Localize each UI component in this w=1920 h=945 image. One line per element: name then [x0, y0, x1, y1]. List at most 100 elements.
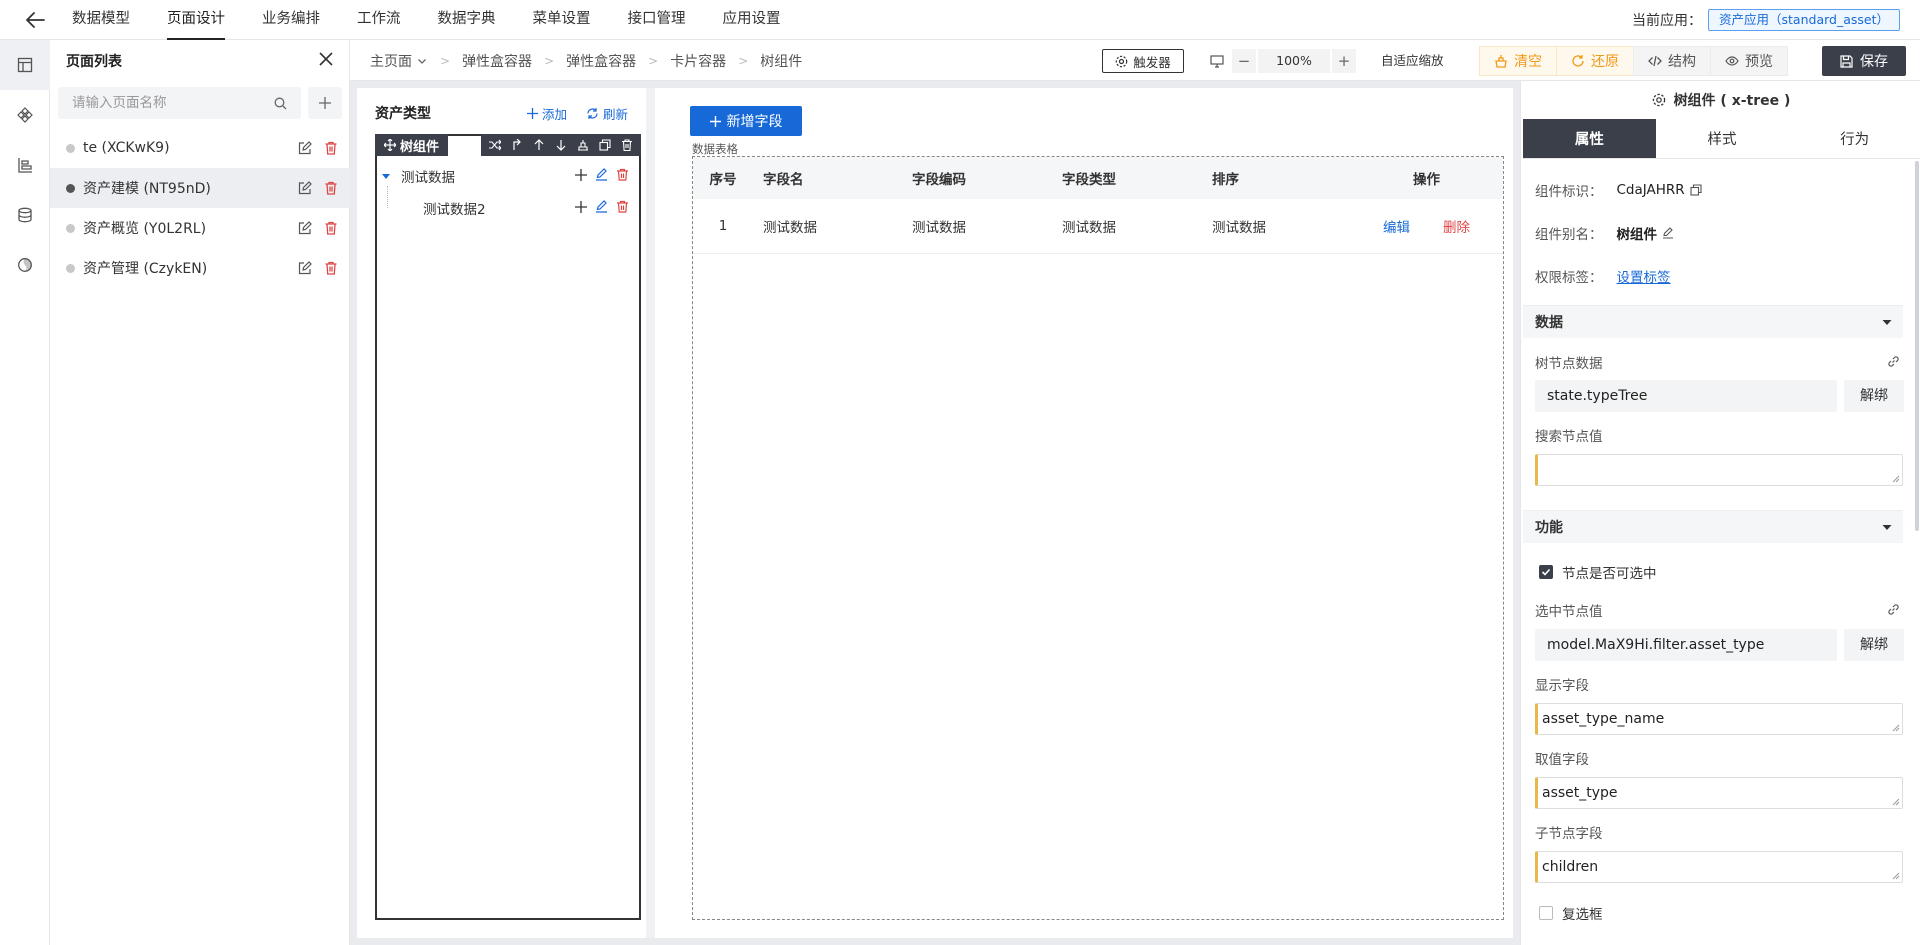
breadcrumb-item[interactable]: 主页面	[370, 51, 412, 71]
save-button[interactable]: 保存	[1822, 46, 1906, 76]
edit-icon[interactable]	[298, 141, 312, 155]
select-parent-icon[interactable]	[506, 134, 528, 156]
edit-icon[interactable]	[595, 168, 608, 181]
search-node-input[interactable]	[1535, 454, 1903, 486]
close-icon[interactable]	[319, 52, 333, 70]
children-field-input[interactable]: children	[1535, 851, 1903, 883]
monitor-icon[interactable]	[1210, 54, 1224, 68]
link-icon[interactable]	[1887, 603, 1900, 616]
resize-handle-icon[interactable]	[1892, 872, 1900, 880]
nav-workflow[interactable]: 工作流	[357, 0, 401, 40]
move-icon[interactable]	[384, 139, 396, 151]
nav-page-design[interactable]: 页面设计	[167, 0, 225, 40]
tree-data-field[interactable]: state.typeTree	[1535, 380, 1837, 412]
trash-icon[interactable]	[324, 221, 338, 235]
trash-icon[interactable]	[324, 181, 338, 195]
set-tag-link[interactable]: 设置标签	[1617, 266, 1671, 286]
refresh-tree-button[interactable]: 刷新	[586, 104, 628, 123]
multi-checkbox[interactable]: 复选框	[1539, 903, 1603, 923]
trash-icon[interactable]	[616, 168, 629, 181]
stack-icon[interactable]	[572, 134, 594, 156]
table-row[interactable]: 1 测试数据 测试数据 测试数据 测试数据 编辑 删除	[693, 199, 1503, 254]
resize-handle-icon[interactable]	[1892, 475, 1900, 483]
edit-icon[interactable]	[298, 221, 312, 235]
new-field-button[interactable]: 新增字段	[690, 106, 802, 136]
shuffle-icon[interactable]	[484, 134, 506, 156]
page-list-item[interactable]: 资产建模 (NT95nD)	[50, 168, 350, 208]
add-page-button[interactable]	[308, 87, 342, 119]
rail-outline[interactable]	[0, 140, 50, 190]
chevron-down-icon[interactable]	[416, 55, 428, 67]
plus-icon[interactable]	[575, 200, 587, 213]
rail-theme[interactable]	[0, 240, 50, 290]
tree-card[interactable]: 资产类型 添加 刷新 树组件 测试数据 测试数据2	[357, 88, 655, 938]
nav-business-flow[interactable]: 业务编排	[262, 0, 320, 40]
trigger-button[interactable]: 触发器	[1102, 49, 1184, 73]
breadcrumb-item[interactable]: 弹性盒容器	[566, 51, 636, 71]
trash-icon[interactable]	[324, 261, 338, 275]
nav-menu-settings[interactable]: 菜单设置	[533, 0, 591, 40]
trash-icon[interactable]	[616, 134, 638, 156]
selected-component-tag[interactable]: 树组件	[375, 134, 449, 156]
add-node-button[interactable]: 添加	[527, 104, 567, 123]
unbind-button[interactable]: 解绑	[1844, 380, 1904, 412]
zoom-out-button[interactable]: −	[1232, 49, 1256, 73]
tab-behavior[interactable]: 行为	[1788, 119, 1920, 158]
row-edit-link[interactable]: 编辑	[1383, 216, 1410, 236]
resize-handle-icon[interactable]	[1892, 724, 1900, 732]
nav-data-dictionary[interactable]: 数据字典	[438, 0, 496, 40]
breadcrumb-item[interactable]: 弹性盒容器	[462, 51, 532, 71]
tree-node[interactable]: 测试数据	[377, 160, 639, 192]
nav-app-settings[interactable]: 应用设置	[723, 0, 781, 40]
page-list-item[interactable]: 资产概览 (Y0L2RL)	[50, 208, 350, 248]
autofit-button[interactable]: 自适应缩放	[1381, 40, 1444, 81]
scrollbar[interactable]	[1915, 161, 1919, 531]
preview-button[interactable]: 预览	[1710, 46, 1788, 76]
checkbox-checked[interactable]	[1539, 565, 1553, 579]
rail-pages[interactable]	[0, 40, 50, 90]
copy-icon[interactable]	[594, 134, 616, 156]
section-function-header[interactable]: 功能	[1523, 510, 1903, 543]
structure-button[interactable]: 结构	[1633, 46, 1711, 76]
section-data-header[interactable]: 数据	[1523, 305, 1903, 338]
arrow-up-icon[interactable]	[528, 134, 550, 156]
resize-handle-icon[interactable]	[1892, 798, 1900, 806]
tab-attributes[interactable]: 属性	[1523, 119, 1656, 158]
arrow-down-icon[interactable]	[550, 134, 572, 156]
page-list-item[interactable]: te (XCKwK9)	[50, 128, 350, 168]
nav-data-model[interactable]: 数据模型	[72, 0, 130, 40]
current-app-selector[interactable]: 资产应用（standard_asset）	[1708, 9, 1900, 31]
clear-button[interactable]: 清空	[1479, 46, 1557, 76]
trash-icon[interactable]	[324, 141, 338, 155]
rail-components[interactable]	[0, 90, 50, 140]
table-card[interactable]: 新增字段 数据表格 序号 字段名 字段编码 字段类型 排序 操作 1 测试数据 …	[664, 88, 1513, 938]
link-icon[interactable]	[1887, 355, 1900, 368]
back-arrow-icon[interactable]	[24, 10, 46, 30]
checkbox-unchecked[interactable]	[1539, 906, 1553, 920]
edit-icon[interactable]	[298, 181, 312, 195]
plus-icon[interactable]	[575, 168, 587, 181]
rail-database[interactable]	[0, 190, 50, 240]
selected-node-field[interactable]: model.MaX9Hi.filter.asset_type	[1535, 629, 1837, 661]
copy-icon[interactable]	[1690, 184, 1702, 196]
tab-style[interactable]: 样式	[1656, 119, 1789, 158]
data-table[interactable]: 序号 字段名 字段编码 字段类型 排序 操作 1 测试数据 测试数据 测试数据 …	[692, 156, 1504, 920]
nav-api-management[interactable]: 接口管理	[628, 0, 686, 40]
restore-button[interactable]: 还原	[1556, 46, 1634, 76]
trash-icon[interactable]	[616, 200, 629, 213]
page-list-item[interactable]: 资产管理 (CzykEN)	[50, 248, 350, 288]
selectable-checkbox[interactable]: 节点是否可选中	[1539, 562, 1657, 582]
breadcrumb-item[interactable]: 树组件	[760, 51, 802, 71]
edit-icon[interactable]	[298, 261, 312, 275]
breadcrumb-item[interactable]: 卡片容器	[670, 51, 726, 71]
value-field-input[interactable]: asset_type	[1535, 777, 1903, 809]
tree-component[interactable]: 树组件 测试数据 测试数据2	[375, 134, 641, 920]
edit-icon[interactable]	[595, 200, 608, 213]
caret-down-icon[interactable]	[381, 171, 391, 181]
search-icon[interactable]	[274, 97, 287, 114]
edit-icon[interactable]	[1662, 227, 1674, 239]
unbind-button[interactable]: 解绑	[1844, 629, 1904, 661]
page-search-input[interactable]	[58, 87, 301, 119]
tree-node[interactable]: 测试数据2	[377, 186, 639, 224]
zoom-in-button[interactable]: +	[1332, 49, 1356, 73]
